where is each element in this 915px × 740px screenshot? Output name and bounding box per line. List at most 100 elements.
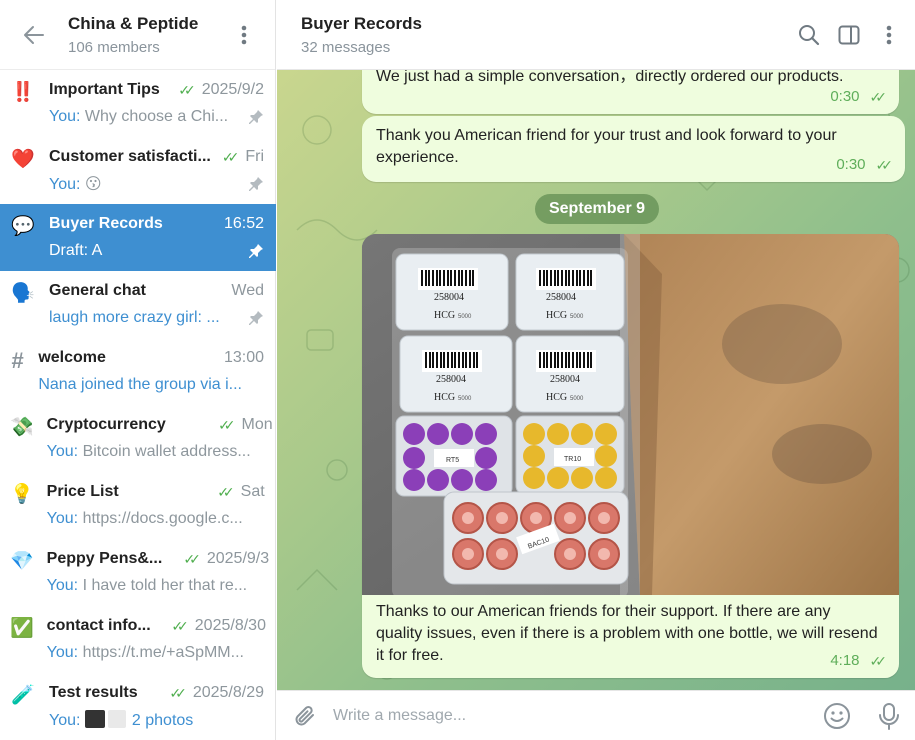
paperclip-icon — [295, 705, 314, 725]
topic-item[interactable]: ‼️ Important Tips ✓✓ 2025/9/2 You: Why choos… — [0, 70, 276, 137]
topic-preview: You: https://t.me/+aSpMM... — [47, 644, 244, 662]
sidebar: China & Peptide 106 members ‼️ Important … — [0, 0, 276, 740]
read-check-icon: ✓✓ — [218, 416, 236, 433]
attach-button[interactable] — [277, 691, 333, 740]
topic-item[interactable]: 💸 Cryptocurrency ✓✓ Mon You: Bitcoin wallet … — [0, 405, 276, 472]
topic-name: welcome — [38, 349, 106, 366]
topic-item[interactable]: 🧪 Test results ✓✓ 2025/8/29 You: 2 photos — [0, 673, 276, 740]
preview-text: I have told her that re... — [82, 577, 248, 594]
voice-message-button[interactable] — [863, 691, 915, 740]
preview-text: Draft: A — [49, 242, 103, 259]
photo-message-bubble[interactable]: 258004 258004 258004 258004 HCG HCG HCG … — [362, 234, 899, 678]
photo-content: 258004 258004 258004 258004 HCG HCG HCG … — [362, 234, 899, 595]
yellow-vials-box: TR10 — [515, 415, 625, 495]
preview-text: 😗 — [84, 176, 102, 193]
preview-text: https://t.me/+aSpMM... — [82, 644, 244, 661]
topic-name: Customer satisfacti... — [49, 148, 211, 165]
read-check-icon: ✓✓ — [869, 89, 888, 105]
read-check-icon: ✓✓ — [217, 483, 235, 500]
time-label: 0:30 — [830, 88, 860, 105]
topic-name: Peppy Pens&... — [46, 550, 163, 567]
topic-meta: ✓✓ Sat — [217, 483, 264, 501]
double-exclamation-icon: ‼️ — [11, 82, 35, 103]
light-bulb-icon: 💡 — [10, 484, 34, 505]
time-label: 4:18 — [830, 652, 860, 669]
topic-meta: ✓✓ 2025/9/3 — [183, 550, 269, 568]
topic-preview: laugh more crazy girl: ... — [49, 309, 242, 327]
topic-meta: 13:00 — [224, 349, 264, 367]
sidebar-toggle-button[interactable] — [829, 0, 869, 70]
message-text: We just had a simple conversation，direct… — [376, 70, 844, 85]
topic-item[interactable]: 🗣️ General chat Wed laugh more crazy girl: … — [0, 271, 276, 338]
read-check-icon: ✓✓ — [221, 148, 240, 165]
topic-time: Mon — [241, 416, 273, 433]
group-member-count: 106 members — [68, 38, 160, 56]
size-label: 5000 — [458, 396, 472, 402]
time-label: 0:30 — [836, 156, 866, 173]
chat-title: Buyer Records — [301, 13, 422, 33]
topic-name: Price List — [46, 483, 119, 500]
topic-time: Fri — [245, 148, 264, 165]
barcode-label: 258004 — [550, 374, 580, 385]
size-label: 5000 — [458, 314, 472, 320]
message-input[interactable] — [333, 706, 811, 725]
chat-menu-button[interactable] — [869, 0, 909, 70]
message-photo[interactable]: 258004 258004 258004 258004 HCG HCG HCG … — [362, 234, 899, 595]
telegram-window: China & Peptide 106 members ‼️ Important … — [0, 0, 915, 740]
preview-sender: You: — [46, 644, 79, 661]
topic-item[interactable]: # welcome 13:00 Nana joined the group via i… — [0, 338, 276, 405]
hashtag-icon: # — [11, 348, 24, 373]
pin-icon — [242, 243, 264, 259]
topic-list: ‼️ Important Tips ✓✓ 2025/9/2 You: Why choos… — [0, 70, 276, 740]
topic-meta: ✓✓ 2025/9/2 — [178, 81, 264, 99]
back-button[interactable] — [0, 0, 68, 70]
vial-label: RT5 — [446, 457, 459, 464]
message-time: 4:18 ✓✓ — [830, 650, 887, 672]
barcode-label: 258004 — [546, 292, 576, 303]
topic-item[interactable]: 💬 Buyer Records 16:52 Draft: A — [0, 204, 276, 271]
preview-text: laugh more crazy girl: ... — [49, 309, 220, 326]
topic-item[interactable]: 💡 Price List ✓✓ Sat You: https://docs.google… — [0, 472, 276, 539]
message-time: 0:30 ✓✓ — [830, 86, 887, 108]
red-heart-icon: ❤️ — [11, 149, 35, 170]
topic-item[interactable]: ✅ contact info... ✓✓ 2025/8/30 You: https://… — [0, 606, 276, 673]
message-area[interactable]: We just had a simple conversation，direct… — [277, 70, 915, 690]
topic-preview: You: 2 photos — [49, 710, 242, 730]
chat-panel: Buyer Records 32 messages We just had a … — [277, 0, 915, 740]
photo-thumbnail — [84, 710, 105, 728]
topic-preview: You: https://docs.google.c... — [47, 510, 243, 528]
brand-label: HCG — [546, 392, 567, 403]
topic-time: 2025/9/3 — [206, 550, 270, 567]
read-check-icon: ✓✓ — [869, 653, 888, 669]
topic-item[interactable]: 💎 Peppy Pens&... ✓✓ 2025/9/3 You: I have tol… — [0, 539, 276, 606]
message-bubble[interactable]: Thank you American friend for your trust… — [362, 116, 905, 182]
preview-text: Bitcoin wallet address... — [82, 443, 251, 460]
photo-thumbnail — [107, 710, 126, 728]
emoji-button[interactable] — [811, 691, 863, 740]
more-vertical-icon — [241, 25, 247, 44]
pin-icon — [242, 310, 264, 326]
group-menu-button[interactable] — [229, 0, 259, 70]
microphone-icon — [879, 702, 899, 730]
search-icon — [799, 24, 820, 45]
topic-meta: Wed — [231, 282, 264, 300]
message-bubble[interactable]: We just had a simple conversation，direct… — [362, 70, 899, 114]
smile-icon — [824, 702, 850, 729]
read-check-icon: ✓✓ — [171, 617, 189, 634]
preview-text: Nana joined the group via i... — [38, 376, 242, 393]
topic-meta: ✓✓ Fri — [222, 148, 264, 166]
topic-time: 2025/9/2 — [201, 81, 264, 98]
topic-item[interactable]: ❤️ Customer satisfacti... ✓✓ Fri You: 😗 — [0, 137, 276, 204]
topic-time: Sat — [240, 483, 265, 500]
gem-icon: 💎 — [10, 551, 34, 572]
topic-preview: Draft: A — [49, 242, 242, 260]
more-vertical-icon — [886, 25, 892, 44]
preview-sender: You: — [49, 108, 81, 125]
search-button[interactable] — [789, 0, 829, 70]
check-box-icon: ✅ — [10, 618, 34, 639]
preview-text: 2 photos — [131, 712, 194, 729]
size-label: 5000 — [570, 396, 584, 402]
speech-bubble-icon: 💬 — [11, 216, 35, 237]
topic-name: Buyer Records — [49, 215, 163, 232]
vial-label: TR10 — [564, 456, 581, 463]
